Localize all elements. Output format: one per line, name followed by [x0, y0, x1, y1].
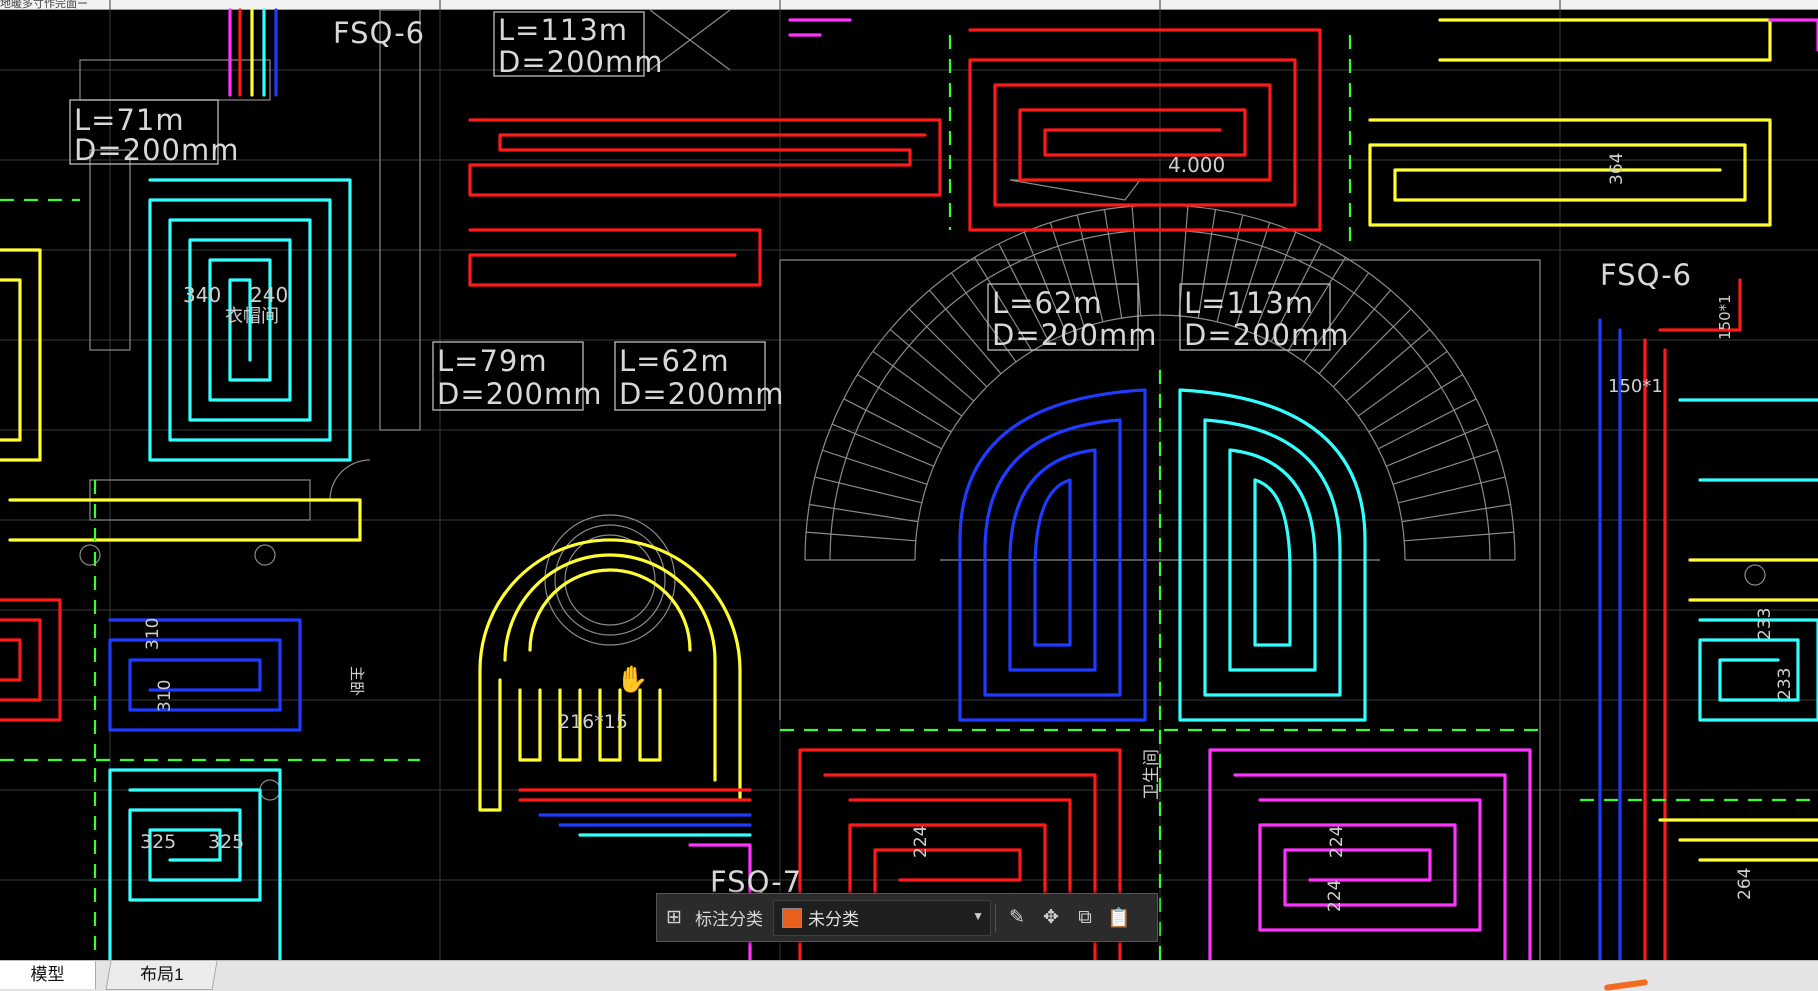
stair-tread: [908, 308, 988, 388]
room-mark-bath: 卫生间: [1142, 749, 1162, 800]
spacing-mark-325-a: 325: [140, 831, 176, 853]
tag-l113-right: L=113m D=200mm: [1179, 283, 1349, 352]
stair-tread: [1368, 373, 1464, 433]
stair-tread: [814, 476, 922, 504]
category-select-value: 未分类: [808, 910, 859, 929]
spacing-mark-340: 340: [183, 283, 221, 307]
pipe-loop-blue-right: [1598, 318, 1622, 960]
tag-l79-length: L=79m: [437, 344, 548, 378]
pipe-loop-blue-d: [958, 388, 1147, 722]
tag-l71-length: L=71m: [74, 103, 185, 137]
tab-layout1[interactable]: 布局1: [105, 961, 218, 990]
pipe-loop-yellow-round: [478, 538, 742, 812]
spacing-mark-150-a: 150*1: [1608, 376, 1663, 397]
spacing-mark-310-a: 310: [143, 618, 163, 650]
room-mark-bedroom: 主卧: [348, 666, 366, 696]
annotation-category-select[interactable]: 未分类 ▼: [773, 899, 991, 936]
pipe-loop-magenta-bottom: [1208, 748, 1532, 960]
tag-l113-right-length: L=113m: [1184, 286, 1314, 320]
stair-tread: [1378, 398, 1477, 450]
paste-icon[interactable]: 📋: [1102, 901, 1136, 935]
tag-l62-right-length: L=62m: [992, 286, 1103, 320]
tab-layout1-label: 布局1: [139, 965, 184, 984]
tag-l79-diameter: D=200mm: [437, 377, 602, 411]
tag-l113-top-diameter: D=200mm: [498, 45, 663, 79]
drawing-canvas[interactable]: L=71m D=200mm L=113m D=200mm L=79m D=200…: [0, 0, 1818, 960]
tag-l62-left-length: L=62m: [619, 344, 730, 378]
spacing-mark-310-b: 310: [155, 680, 175, 712]
tag-l113-top-length: L=113m: [498, 13, 628, 47]
tag-l71: L=71m D=200mm: [69, 99, 239, 167]
spacing-mark-233-b: 233: [1775, 668, 1795, 700]
pipe-bundle-bottom: [518, 788, 752, 802]
stair-tread: [806, 531, 916, 542]
grid-icon[interactable]: ⊞: [657, 901, 691, 935]
stair-tread: [1392, 449, 1498, 485]
stair-tread: [822, 449, 928, 485]
tag-l62-right-diameter: D=200mm: [992, 318, 1157, 352]
architectural-lines: [79, 9, 1766, 960]
tag-l62-left: L=62m D=200mm: [614, 341, 784, 411]
spacing-mark-224-a: 224: [911, 826, 931, 858]
pipe-loop-cyan-d: [1178, 388, 1367, 722]
elevation-mark: 4.000: [1168, 153, 1225, 177]
room-mark-216: 216*15: [558, 711, 628, 733]
chevron-down-icon: ▼: [972, 908, 984, 923]
tag-l62-right: L=62m D=200mm: [987, 283, 1157, 352]
annotation-toolbar: ⊞ 标注分类 未分类 ▼ ✎ ✥ ⧉ 📋: [656, 893, 1158, 942]
tag-l62-left-diameter: D=200mm: [619, 377, 784, 411]
spacing-mark-224-c: 224: [1325, 880, 1345, 912]
spacing-mark-233-a: 233: [1755, 608, 1775, 640]
stair-tread: [1404, 531, 1514, 542]
pipe-loop-yellow-top-right: [1368, 18, 1772, 227]
spacing-mark-224-b: 224: [1327, 826, 1347, 858]
copy-icon[interactable]: ⧉: [1068, 901, 1102, 935]
pipe-loop-red-top-right: [968, 28, 1322, 232]
stair-tread: [856, 373, 952, 433]
stair-tread: [872, 350, 963, 417]
hand-cursor-icon: ✋: [616, 664, 649, 694]
stair-tread: [843, 398, 942, 450]
tab-model[interactable]: 模型: [0, 961, 96, 989]
pipe-loop-cyan-bottom-left: [108, 768, 282, 960]
spacing-mark-150-b: 150*1: [1716, 294, 1734, 340]
cad-window: 地暖多寸作完面ー L=71m D=200mm L=113m D=200mm L=…: [0, 0, 1818, 991]
annotation-category-label: 标注分类: [695, 910, 763, 929]
edit-icon[interactable]: ✎: [1000, 901, 1034, 935]
pipe-length-tags: L=71m D=200mm L=113m D=200mm L=79m D=200…: [69, 11, 1349, 411]
pipe-loop-yellow-right: [1658, 558, 1818, 862]
drawing-annotations: FSQ-6 FSQ-6 FSQ-7 4.000 340 240 310 310 …: [140, 16, 1795, 912]
toolbar-divider: [995, 903, 996, 932]
spacing-mark-264: 264: [1735, 868, 1755, 900]
spacing-mark-364: 364: [1607, 153, 1627, 185]
manifold-label-right: FSQ-6: [1600, 258, 1692, 292]
tag-l79: L=79m D=200mm: [432, 341, 602, 411]
stair-tread: [928, 289, 1002, 375]
manifold-label-top: FSQ-6: [333, 16, 425, 50]
stair-tread: [1131, 206, 1142, 316]
pipe-loop-blue-left: [108, 618, 302, 732]
room-mark-closet: 衣帽间: [225, 306, 279, 327]
tag-l113-right-diameter: D=200mm: [1184, 318, 1349, 352]
tag-l113-top: L=113m D=200mm: [493, 11, 663, 79]
zone-dividers: [0, 35, 1818, 960]
tag-l71-diameter: D=200mm: [74, 133, 239, 167]
pipe-loop-yellow-left: [0, 248, 362, 542]
move-icon[interactable]: ✥: [1034, 901, 1068, 935]
stair-tread: [1357, 350, 1448, 417]
stair-tread: [1398, 476, 1506, 504]
stair-tread: [1401, 503, 1511, 523]
floor-heating-pipes: [0, 8, 1818, 960]
layout-tab-bar: 模型 布局1: [0, 960, 1818, 991]
spacing-mark-325-b: 325: [208, 831, 244, 853]
spacing-mark-240: 240: [250, 283, 288, 307]
pipe-loop-red-left: [0, 598, 62, 722]
stair-tread: [1103, 209, 1123, 319]
category-color-swatch: [782, 907, 802, 928]
stair-tread: [809, 503, 919, 523]
